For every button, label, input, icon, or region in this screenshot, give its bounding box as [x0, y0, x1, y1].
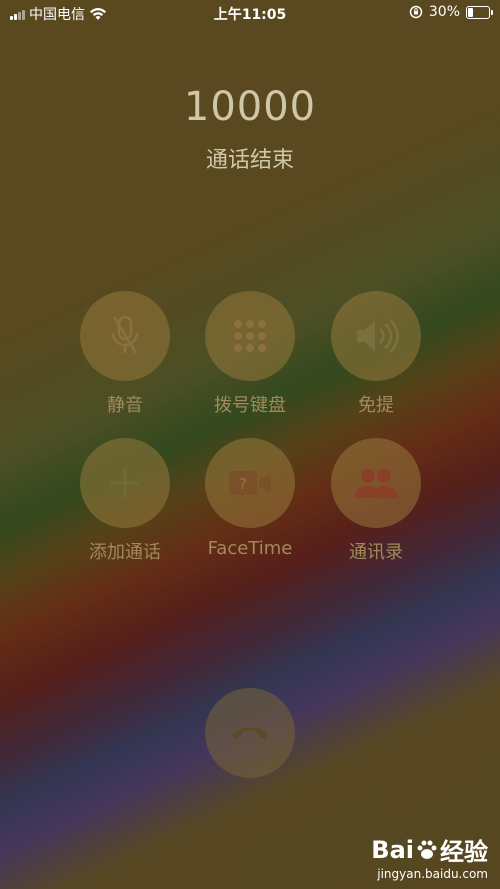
- plus-icon: [110, 468, 140, 498]
- call-status: 通话结束: [205, 148, 294, 173]
- contacts-icon: [354, 469, 398, 498]
- speaker-icon: [357, 319, 399, 353]
- battery-icon: [466, 5, 493, 19]
- facetime-label: FaceTime: [207, 538, 293, 559]
- watermark-brand: Bai: [371, 835, 414, 864]
- speaker-label: 免提: [358, 395, 394, 416]
- mute-label: 静音: [107, 395, 143, 416]
- battery-percent: 30%: [428, 4, 460, 20]
- watermark-brand-suffix: 经验: [440, 838, 488, 866]
- paw-icon: [417, 840, 437, 859]
- watermark-url: jingyan.baidu.com: [377, 867, 488, 881]
- end-call-phone-icon: [232, 727, 268, 739]
- keypad-icon: [234, 320, 266, 352]
- caller-number: 10000: [183, 84, 317, 130]
- keypad-button[interactable]: [205, 291, 295, 381]
- baidu-jingyan-watermark: Bai 经验 jingyan.baidu.com: [371, 832, 488, 882]
- speaker-button[interactable]: [331, 291, 421, 381]
- contacts-button[interactable]: [331, 438, 421, 528]
- keypad-label: 拨号键盘: [214, 395, 286, 416]
- mute-button[interactable]: [80, 291, 170, 381]
- facetime-button[interactable]: ?: [205, 438, 295, 528]
- contacts-label: 通讯录: [349, 542, 403, 563]
- mute-microphone-icon: [111, 315, 139, 354]
- facetime-camera-icon: ?: [229, 471, 271, 495]
- status-bar: 中国电信 上午11:05 30%: [0, 0, 500, 26]
- orientation-lock-icon: [409, 5, 423, 19]
- end-call-button[interactable]: [205, 688, 295, 778]
- add-call-button[interactable]: [80, 438, 170, 528]
- svg-text:?: ?: [239, 475, 247, 493]
- add-call-label: 添加通话: [89, 542, 161, 563]
